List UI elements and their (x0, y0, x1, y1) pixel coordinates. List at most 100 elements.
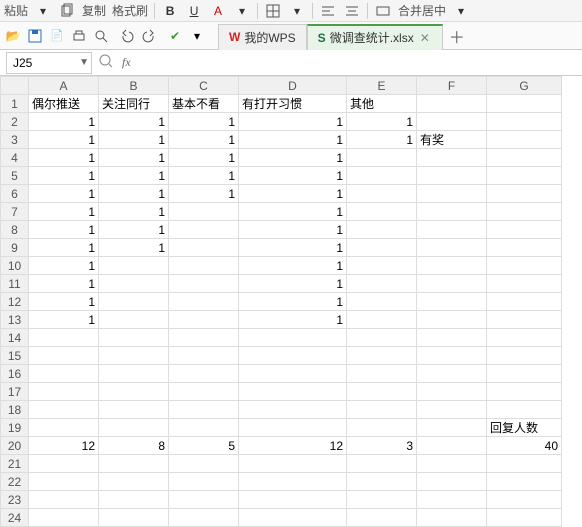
cell-F7[interactable] (417, 203, 487, 221)
cell-A6[interactable]: 1 (29, 185, 99, 203)
cell-G13[interactable] (487, 311, 562, 329)
cell-F21[interactable] (417, 455, 487, 473)
cell-A18[interactable] (29, 401, 99, 419)
col-header-G[interactable]: G (487, 77, 562, 95)
cell-E14[interactable] (347, 329, 417, 347)
cell-E15[interactable] (347, 347, 417, 365)
cell-C23[interactable] (169, 491, 239, 509)
cell-E1[interactable]: 其他 (347, 95, 417, 113)
cell-C15[interactable] (169, 347, 239, 365)
name-box-dropdown-icon[interactable]: ▼ (79, 57, 89, 68)
cell-C3[interactable]: 1 (169, 131, 239, 149)
zoom-icon[interactable] (98, 53, 114, 72)
merge-label[interactable]: 合并居中 (398, 2, 446, 19)
font-color-icon[interactable]: A (209, 2, 227, 20)
row-header-6[interactable]: 6 (1, 185, 29, 203)
cell-G19[interactable]: 回复人数 (487, 419, 562, 437)
cell-G10[interactable] (487, 257, 562, 275)
cell-A4[interactable]: 1 (29, 149, 99, 167)
cell-D4[interactable]: 1 (239, 149, 347, 167)
row-header-7[interactable]: 7 (1, 203, 29, 221)
cell-D20[interactable]: 12 (239, 437, 347, 455)
cell-E24[interactable] (347, 509, 417, 527)
cell-C14[interactable] (169, 329, 239, 347)
cell-F17[interactable] (417, 383, 487, 401)
row-header-24[interactable]: 24 (1, 509, 29, 527)
cell-B2[interactable]: 1 (99, 113, 169, 131)
cell-B14[interactable] (99, 329, 169, 347)
cell-A1[interactable]: 偶尔推送 (29, 95, 99, 113)
cell-E20[interactable]: 3 (347, 437, 417, 455)
cell-B9[interactable]: 1 (99, 239, 169, 257)
cell-F12[interactable] (417, 293, 487, 311)
cell-D12[interactable]: 1 (239, 293, 347, 311)
redo-icon[interactable] (140, 27, 158, 45)
cell-B23[interactable] (99, 491, 169, 509)
cell-F8[interactable] (417, 221, 487, 239)
cell-C6[interactable]: 1 (169, 185, 239, 203)
cell-E12[interactable] (347, 293, 417, 311)
cell-E17[interactable] (347, 383, 417, 401)
cell-A21[interactable] (29, 455, 99, 473)
cell-G15[interactable] (487, 347, 562, 365)
row-header-21[interactable]: 21 (1, 455, 29, 473)
cell-D14[interactable] (239, 329, 347, 347)
row-header-11[interactable]: 11 (1, 275, 29, 293)
row-header-8[interactable]: 8 (1, 221, 29, 239)
cell-A10[interactable]: 1 (29, 257, 99, 275)
cell-D19[interactable] (239, 419, 347, 437)
cell-B13[interactable] (99, 311, 169, 329)
cell-E18[interactable] (347, 401, 417, 419)
cell-G8[interactable] (487, 221, 562, 239)
cell-C22[interactable] (169, 473, 239, 491)
cell-A14[interactable] (29, 329, 99, 347)
copy-icon[interactable] (58, 2, 76, 20)
check-icon[interactable]: ✔ (166, 27, 184, 45)
col-header-C[interactable]: C (169, 77, 239, 95)
cell-F19[interactable] (417, 419, 487, 437)
cell-A23[interactable] (29, 491, 99, 509)
select-all-corner[interactable] (1, 77, 29, 95)
cell-C8[interactable] (169, 221, 239, 239)
cell-F20[interactable] (417, 437, 487, 455)
caret5-icon[interactable]: ▾ (188, 27, 206, 45)
cell-C10[interactable] (169, 257, 239, 275)
cell-D10[interactable]: 1 (239, 257, 347, 275)
cell-E13[interactable] (347, 311, 417, 329)
cell-B5[interactable]: 1 (99, 167, 169, 185)
cell-A22[interactable] (29, 473, 99, 491)
cell-G14[interactable] (487, 329, 562, 347)
cell-E8[interactable] (347, 221, 417, 239)
cell-E4[interactable] (347, 149, 417, 167)
cell-C21[interactable] (169, 455, 239, 473)
tab-file-survey[interactable]: S 微调查统计.xlsx ✕ (307, 24, 443, 50)
cell-G7[interactable] (487, 203, 562, 221)
underline-icon[interactable]: U (185, 2, 203, 20)
cell-D23[interactable] (239, 491, 347, 509)
cell-F1[interactable] (417, 95, 487, 113)
row-header-15[interactable]: 15 (1, 347, 29, 365)
cell-F14[interactable] (417, 329, 487, 347)
row-header-23[interactable]: 23 (1, 491, 29, 509)
cell-G11[interactable] (487, 275, 562, 293)
cell-D15[interactable] (239, 347, 347, 365)
close-icon[interactable]: ✕ (418, 31, 432, 45)
open-icon[interactable]: 📂 (4, 27, 22, 45)
cell-D5[interactable]: 1 (239, 167, 347, 185)
cell-G2[interactable] (487, 113, 562, 131)
cell-C1[interactable]: 基本不看 (169, 95, 239, 113)
cell-G22[interactable] (487, 473, 562, 491)
row-header-2[interactable]: 2 (1, 113, 29, 131)
cell-D9[interactable]: 1 (239, 239, 347, 257)
row-header-10[interactable]: 10 (1, 257, 29, 275)
align-center-icon[interactable] (343, 2, 361, 20)
cell-C13[interactable] (169, 311, 239, 329)
caret-icon[interactable]: ▾ (34, 2, 52, 20)
row-header-9[interactable]: 9 (1, 239, 29, 257)
cell-F23[interactable] (417, 491, 487, 509)
cell-A17[interactable] (29, 383, 99, 401)
cell-D8[interactable]: 1 (239, 221, 347, 239)
cell-B21[interactable] (99, 455, 169, 473)
cell-E16[interactable] (347, 365, 417, 383)
paste-label[interactable]: 粘贴 (4, 2, 28, 19)
